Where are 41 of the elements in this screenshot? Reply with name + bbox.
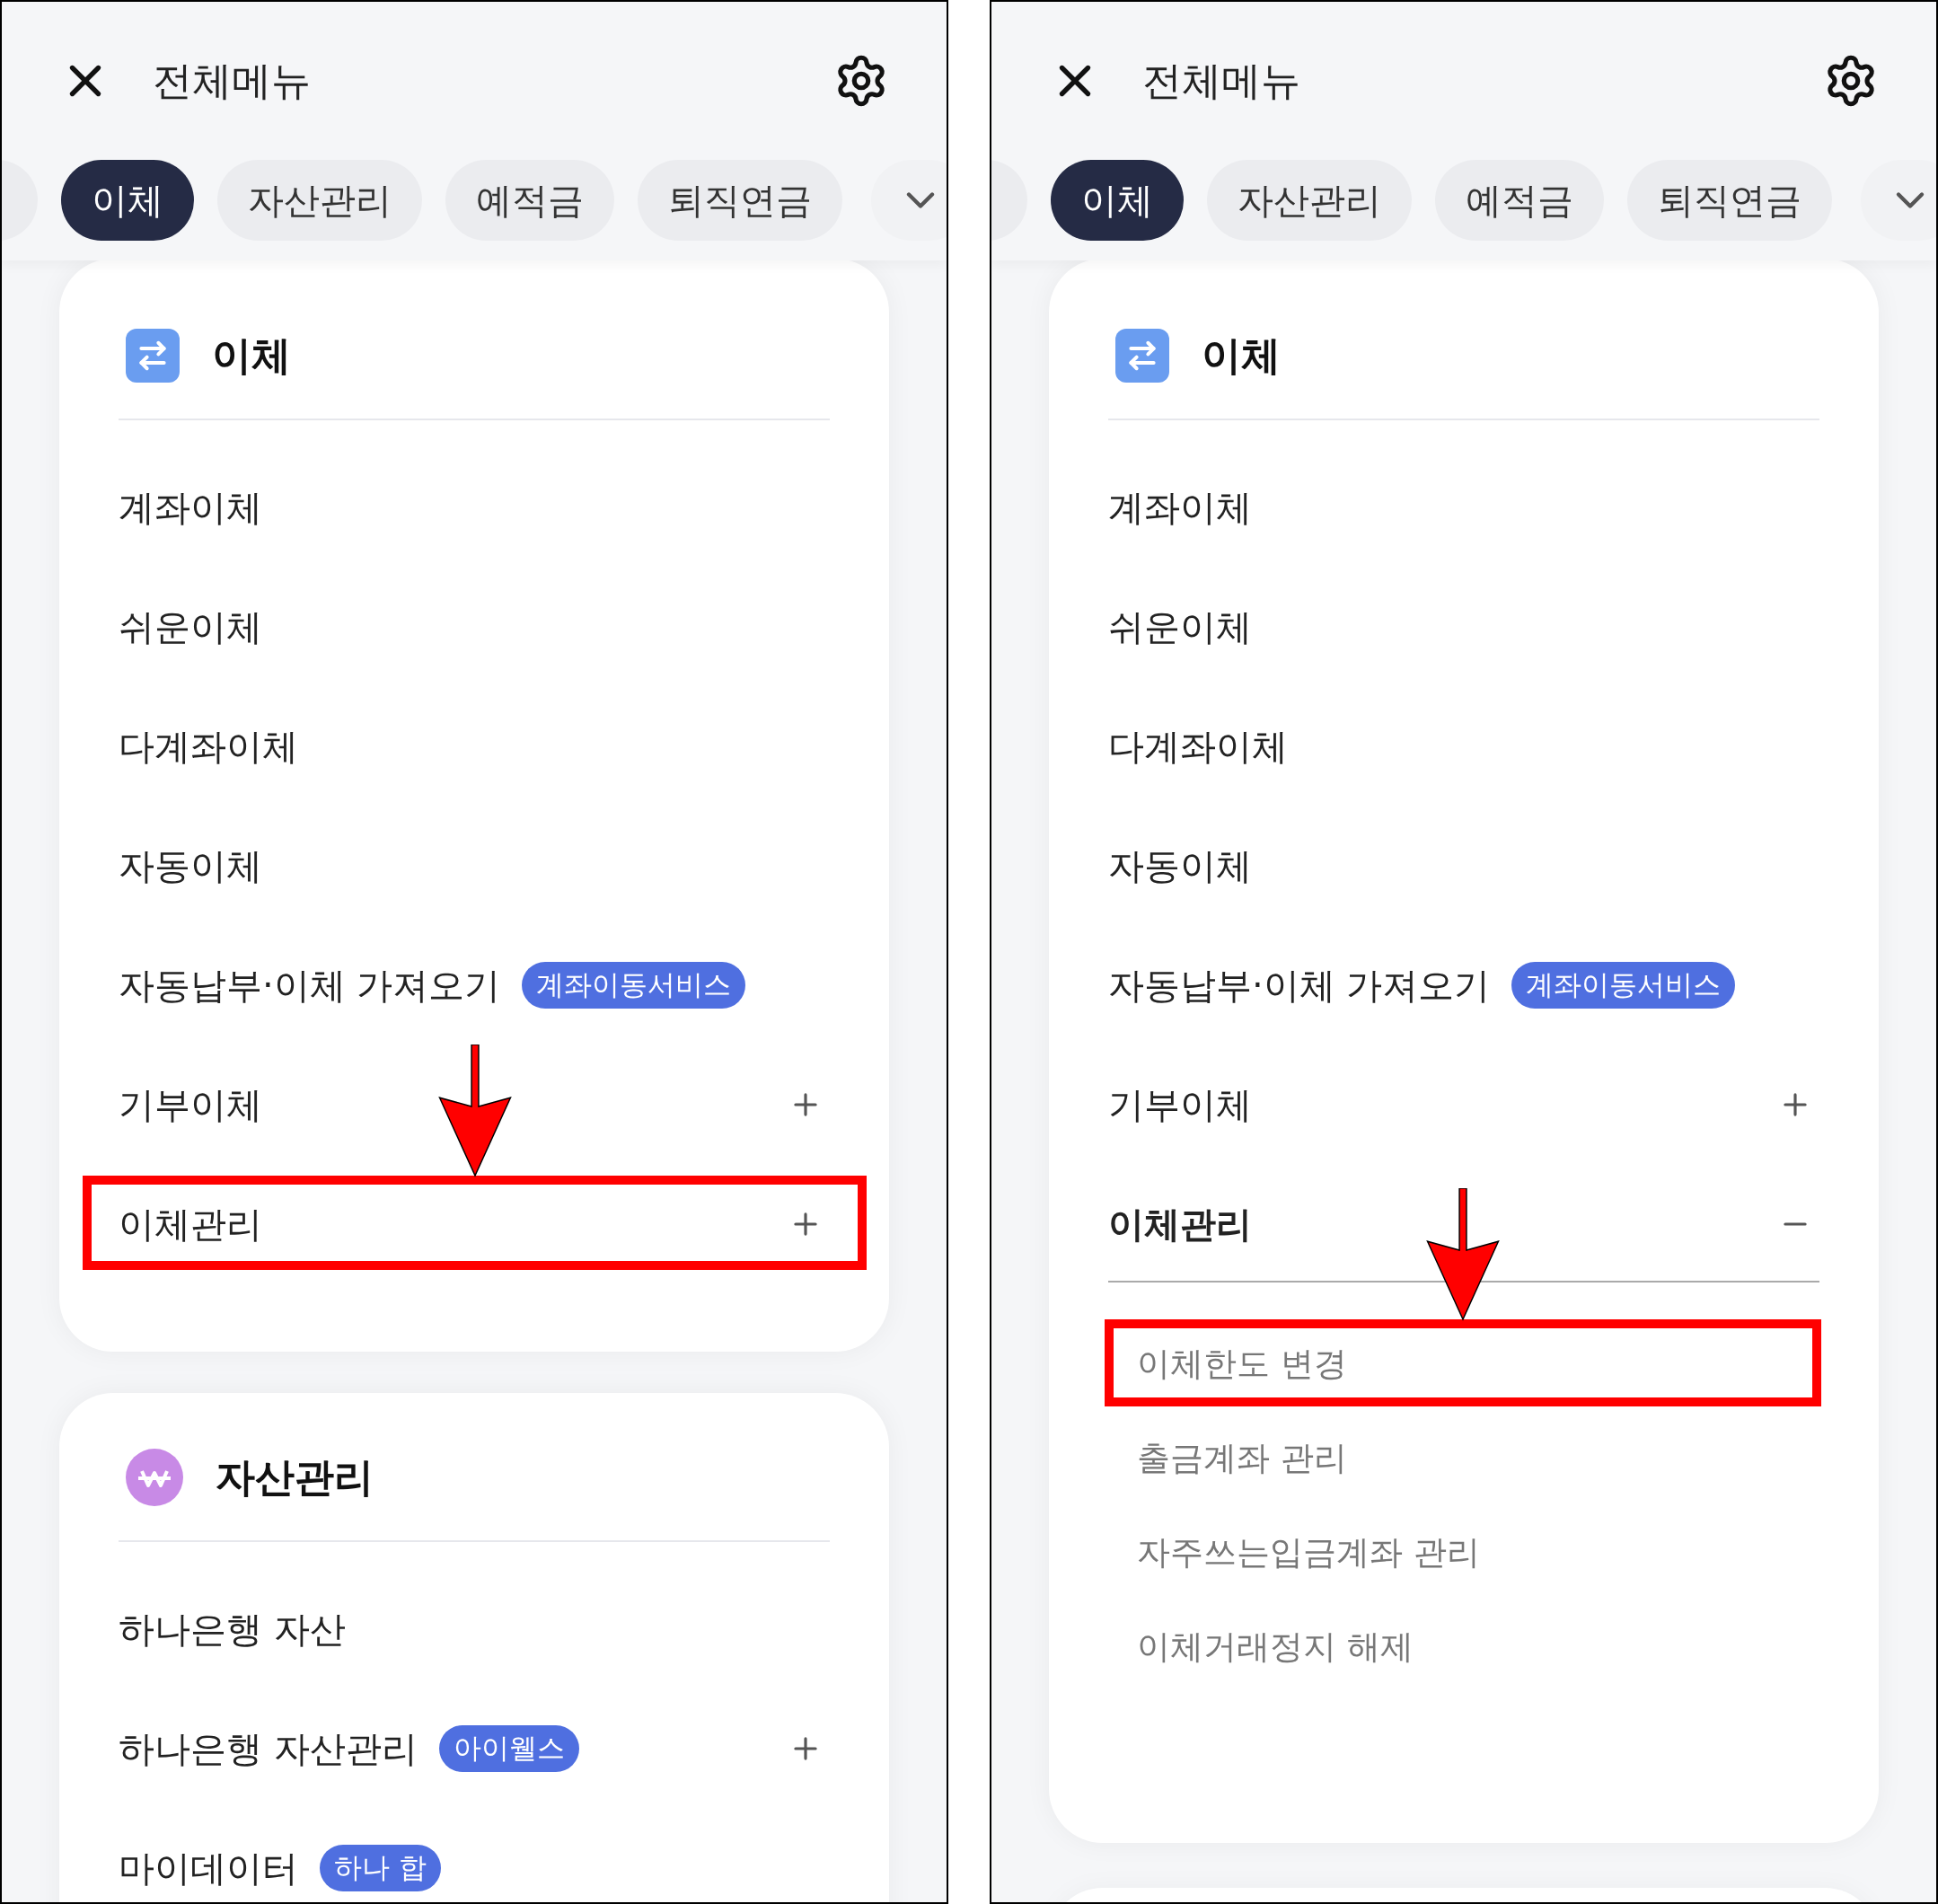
transfer-icon (126, 329, 180, 383)
submenu-item[interactable]: 이체거래정지 해제 (1137, 1621, 1414, 1672)
tab[interactable]: 자산관리 (1207, 160, 1412, 241)
badge: 계좌이동서비스 (522, 961, 746, 1009)
menu-item[interactable]: 이체관리 (1108, 1196, 1252, 1251)
menu-item[interactable]: 자동납부·이체 가져오기 (119, 957, 501, 1012)
menu-item[interactable]: 이체관리 (119, 1196, 262, 1251)
menu-item[interactable]: 계좌이체 (119, 480, 262, 534)
submenu-item[interactable]: 이체한도 변경 (1137, 1338, 1347, 1389)
section-title: 이체 (212, 331, 291, 380)
badge: 계좌이동서비스 (1511, 961, 1736, 1009)
badge: 하나 합 (320, 1844, 441, 1891)
tab[interactable]: 이체 (1051, 160, 1184, 241)
section-title: 자산관리 (216, 1453, 374, 1502)
menu-item[interactable]: 쉬운이체 (119, 599, 262, 654)
menu-item[interactable]: 다계좌이체 (119, 718, 298, 773)
tab[interactable]: 예적금 (445, 160, 614, 241)
menu-item[interactable]: 마이데이터 (119, 1840, 298, 1895)
menu-item[interactable]: 하나은행 자산 (119, 1601, 346, 1656)
tab[interactable]: 이체 (61, 160, 194, 241)
tab[interactable]: 자산관리 (217, 160, 422, 241)
transfer-icon (1115, 329, 1169, 383)
menu-item[interactable]: 자동이체 (1108, 838, 1252, 893)
tab[interactable]: 예적금 (1435, 160, 1604, 241)
submenu-item[interactable]: 출금계좌 관리 (1137, 1432, 1347, 1484)
won-coin-icon (126, 1449, 183, 1506)
menu-item[interactable]: 자동납부·이체 가져오기 (1108, 957, 1491, 1012)
menu-item[interactable]: 자동이체 (119, 838, 262, 893)
submenu-item[interactable]: 자주쓰는입금계좌 관리 (1137, 1527, 1480, 1578)
tab[interactable]: 퇴직연금 (638, 160, 842, 241)
menu-item[interactable]: 쉬운이체 (1108, 599, 1252, 654)
section-title: 이체 (1202, 331, 1281, 380)
tab[interactable]: 퇴직연금 (1627, 160, 1832, 241)
badge: 아이웰스 (438, 1724, 579, 1772)
page-title: 전체메뉴 (1142, 57, 1300, 105)
page-title: 전체메뉴 (153, 57, 311, 105)
menu-item[interactable]: 하나은행 자산관리 (119, 1721, 418, 1776)
menu-item[interactable]: 다계좌이체 (1108, 718, 1288, 773)
menu-item[interactable]: 계좌이체 (1108, 480, 1252, 534)
menu-item[interactable]: 기부이체 (119, 1077, 262, 1132)
menu-item[interactable]: 기부이체 (1108, 1077, 1252, 1132)
